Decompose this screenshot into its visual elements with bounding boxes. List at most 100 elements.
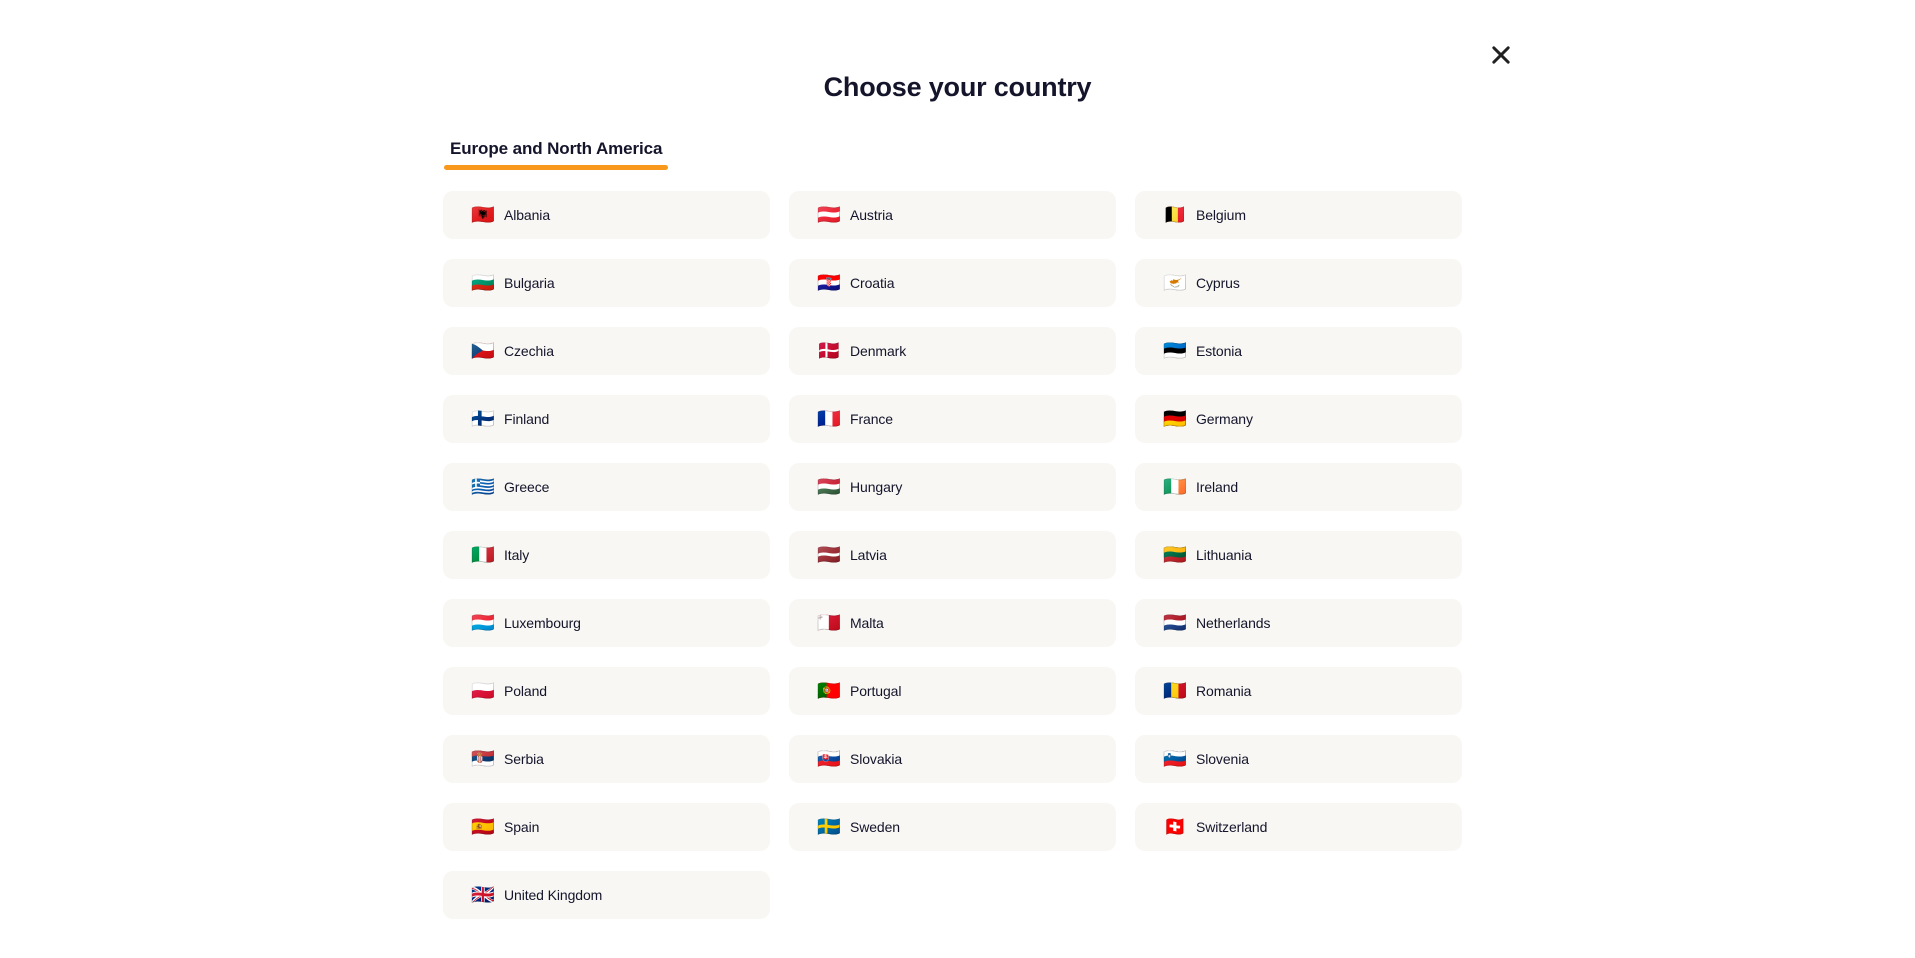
flag-icon: 🇭🇺 (817, 475, 841, 498)
flag-icon: 🇩🇰 (817, 339, 841, 362)
country-item[interactable]: 🇨🇿 Czechia (443, 327, 770, 375)
flag-icon: 🇸🇰 (817, 747, 841, 770)
flag-icon: 🇨🇭 (1163, 815, 1187, 838)
flag-icon: 🇩🇪 (1163, 407, 1187, 430)
country-name-label: Slovakia (850, 751, 903, 767)
country-item[interactable]: 🇱🇻 Latvia (789, 531, 1116, 579)
country-name-label: Malta (850, 615, 884, 631)
flag-icon: 🇳🇱 (1163, 611, 1187, 634)
country-name-label: Cyprus (1196, 275, 1240, 291)
country-item[interactable]: 🇦🇹 Austria (789, 191, 1116, 239)
flag-icon: 🇫🇷 (817, 407, 841, 430)
country-item[interactable]: 🇮🇪 Ireland (1135, 463, 1462, 511)
country-item[interactable]: 🇸🇮 Slovenia (1135, 735, 1462, 783)
country-item[interactable]: 🇭🇺 Hungary (789, 463, 1116, 511)
country-name-label: Romania (1196, 683, 1252, 699)
country-name-label: Latvia (850, 547, 887, 563)
flag-icon: 🇵🇹 (817, 679, 841, 702)
country-name-label: Belgium (1196, 207, 1246, 223)
flag-icon: 🇬🇷 (471, 475, 495, 498)
country-name-label: Czechia (504, 343, 554, 359)
flag-icon: 🇮🇪 (1163, 475, 1187, 498)
country-item[interactable]: 🇷🇸 Serbia (443, 735, 770, 783)
country-name-label: Slovenia (1196, 751, 1249, 767)
flag-icon: 🇧🇬 (471, 271, 495, 294)
country-item[interactable]: 🇸🇪 Sweden (789, 803, 1116, 851)
country-item[interactable]: 🇸🇰 Slovakia (789, 735, 1116, 783)
country-name-label: Ireland (1196, 479, 1239, 495)
country-name-label: Estonia (1196, 343, 1242, 359)
country-item[interactable]: 🇪🇸 Spain (443, 803, 770, 851)
country-item[interactable]: 🇲🇹 Malta (789, 599, 1116, 647)
country-name-label: Italy (504, 547, 530, 563)
country-item[interactable]: 🇫🇮 Finland (443, 395, 770, 443)
country-item[interactable]: 🇩🇪 Germany (1135, 395, 1462, 443)
country-item[interactable]: 🇳🇱 Netherlands (1135, 599, 1462, 647)
tab-europe-north-america[interactable]: Europe and North America (444, 138, 669, 170)
flag-icon: 🇨🇿 (471, 339, 495, 362)
flag-icon: 🇪🇪 (1163, 339, 1187, 362)
country-name-label: Greece (504, 479, 550, 495)
country-item[interactable]: 🇮🇹 Italy (443, 531, 770, 579)
country-item[interactable]: 🇩🇰 Denmark (789, 327, 1116, 375)
country-selector-dialog: Choose your country Europe and North Ame… (0, 0, 1915, 958)
flag-icon: 🇪🇸 (471, 815, 495, 838)
country-item[interactable]: 🇨🇾 Cyprus (1135, 259, 1462, 307)
country-item[interactable]: 🇱🇹 Lithuania (1135, 531, 1462, 579)
country-item[interactable]: 🇬🇷 Greece (443, 463, 770, 511)
country-name-label: Croatia (850, 275, 895, 291)
country-name-label: United Kingdom (504, 887, 603, 903)
country-name-label: Serbia (504, 751, 544, 767)
country-name-label: Hungary (850, 479, 903, 495)
region-tabs: Europe and North America (444, 138, 669, 170)
country-name-label: France (850, 411, 893, 427)
country-name-label: Luxembourg (504, 615, 581, 631)
flag-icon: 🇱🇻 (817, 543, 841, 566)
flag-icon: 🇦🇱 (471, 203, 495, 226)
flag-icon: 🇨🇾 (1163, 271, 1187, 294)
country-item[interactable]: 🇵🇱 Poland (443, 667, 770, 715)
country-item[interactable]: 🇦🇱 Albania (443, 191, 770, 239)
flag-icon: 🇸🇪 (817, 815, 841, 838)
country-name-label: Netherlands (1196, 615, 1271, 631)
country-item[interactable]: 🇬🇧 United Kingdom (443, 871, 770, 919)
country-name-label: Sweden (850, 819, 900, 835)
country-item[interactable]: 🇱🇺 Luxembourg (443, 599, 770, 647)
flag-icon: 🇱🇺 (471, 611, 495, 634)
flag-icon: 🇦🇹 (817, 203, 841, 226)
page-title: Choose your country (823, 72, 1092, 102)
country-item[interactable]: 🇨🇭 Switzerland (1135, 803, 1462, 851)
country-name-label: Poland (504, 683, 547, 699)
country-name-label: Switzerland (1196, 819, 1268, 835)
flag-icon: 🇱🇹 (1163, 543, 1187, 566)
country-name-label: Denmark (850, 343, 907, 359)
flag-icon: 🇫🇮 (471, 407, 495, 430)
country-item[interactable]: 🇷🇴 Romania (1135, 667, 1462, 715)
flag-icon: 🇭🇷 (817, 271, 841, 294)
country-name-label: Lithuania (1196, 547, 1252, 563)
close-icon (1489, 43, 1513, 67)
country-item[interactable]: 🇧🇬 Bulgaria (443, 259, 770, 307)
flag-icon: 🇸🇮 (1163, 747, 1187, 770)
close-button[interactable] (1484, 38, 1518, 72)
flag-icon: 🇬🇧 (471, 883, 495, 906)
flag-icon: 🇷🇴 (1163, 679, 1187, 702)
country-item[interactable]: 🇪🇪 Estonia (1135, 327, 1462, 375)
country-name-label: Albania (504, 207, 551, 223)
country-name-label: Germany (1196, 411, 1253, 427)
country-item[interactable]: 🇭🇷 Croatia (789, 259, 1116, 307)
country-name-label: Spain (504, 819, 540, 835)
country-grid: 🇦🇱 Albania 🇦🇹 Austria 🇧🇪 Belgium 🇧🇬 Bulgaria 🇭🇷 C… (443, 191, 1463, 919)
country-item[interactable]: 🇫🇷 France (789, 395, 1116, 443)
flag-icon: 🇵🇱 (471, 679, 495, 702)
flag-icon: 🇷🇸 (471, 747, 495, 770)
flag-icon: 🇧🇪 (1163, 203, 1187, 226)
country-name-label: Austria (850, 207, 893, 223)
country-item[interactable]: 🇵🇹 Portugal (789, 667, 1116, 715)
country-name-label: Finland (504, 411, 550, 427)
flag-icon: 🇲🇹 (817, 611, 841, 634)
country-name-label: Portugal (850, 683, 902, 699)
country-name-label: Bulgaria (504, 275, 555, 291)
flag-icon: 🇮🇹 (471, 543, 495, 566)
country-item[interactable]: 🇧🇪 Belgium (1135, 191, 1462, 239)
